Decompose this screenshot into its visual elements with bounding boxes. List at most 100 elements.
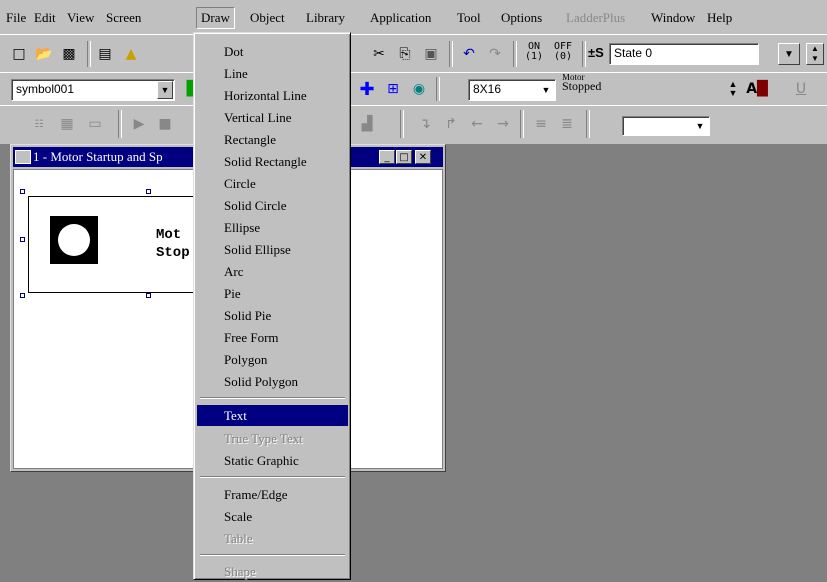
resize-handle[interactable] — [20, 293, 25, 298]
play-icon[interactable]: ▶ — [128, 114, 150, 134]
lock-icon[interactable]: ▲ — [120, 44, 142, 64]
route-up-icon[interactable]: ↱ — [440, 114, 462, 134]
menu-separator — [200, 397, 345, 399]
align-icon[interactable]: ≡ — [530, 114, 552, 134]
cut-icon[interactable]: ✂ — [368, 44, 390, 64]
menu-view[interactable]: View — [67, 10, 94, 26]
maximize-icon[interactable]: □ — [396, 150, 412, 164]
menu-item-solid-rectangle[interactable]: Solid Rectangle — [197, 151, 348, 172]
route-down-icon[interactable]: ↴ — [414, 114, 436, 134]
toolbar-divider — [520, 110, 524, 138]
on-state-button[interactable]: ON (1) — [522, 42, 546, 62]
state-spinner-icon[interactable]: ▲ ▼ — [806, 43, 824, 65]
distribute-icon[interactable]: ≣ — [556, 114, 578, 134]
menu-item-solid-polygon[interactable]: Solid Polygon — [197, 371, 348, 392]
close-icon[interactable]: ✕ — [415, 150, 431, 164]
menu-ladderplus: LadderPlus — [566, 10, 626, 25]
copy-icon[interactable]: ⎘ — [394, 44, 416, 64]
menu-separator — [200, 476, 345, 478]
menu-item-frame-edge[interactable]: Frame/Edge — [197, 484, 348, 505]
menu-item-pie[interactable]: Pie — [197, 283, 348, 304]
menu-item-circle[interactable]: Circle — [197, 173, 348, 194]
toolbar-divider — [118, 110, 122, 138]
menu-item-shape: Shape — [224, 564, 256, 579]
lamp-indicator — [50, 216, 98, 264]
menu-item-dot[interactable]: Dot — [197, 41, 348, 62]
menu-item-arc[interactable]: Arc — [197, 261, 348, 282]
menu-screen[interactable]: Screen — [106, 10, 141, 26]
menu-window[interactable]: Window — [651, 10, 695, 26]
menu-draw[interactable]: Draw — [196, 7, 235, 29]
lamp-circle — [58, 224, 90, 256]
paste-icon[interactable]: ▣ — [420, 44, 442, 64]
menu-item-horizontal-line[interactable]: Horizontal Line — [197, 85, 348, 106]
symbol-select-value: symbol001 — [16, 82, 75, 96]
object-toolbar: symbol001 ▼ █ ✚ ⊞ ◉ 8X16 ▼ Motor Stopped… — [0, 72, 827, 107]
menu-item-solid-circle[interactable]: Solid Circle — [197, 195, 348, 216]
state-select[interactable]: State 0 — [609, 43, 759, 65]
state-dropdown-arrow[interactable]: ▼ — [778, 43, 800, 65]
toolbar-divider — [582, 41, 586, 67]
menu-item-static-graphic[interactable]: Static Graphic — [197, 450, 348, 471]
menu-item-scale[interactable]: Scale — [197, 506, 348, 527]
menu-tool[interactable]: Tool — [457, 10, 481, 26]
redo-icon[interactable]: ↷ — [484, 44, 506, 64]
menu-item-vertical-line[interactable]: Vertical Line — [197, 107, 348, 128]
font-size-value: 8X16 — [473, 82, 502, 96]
menu-item-free-form[interactable]: Free Form — [197, 327, 348, 348]
menu-library[interactable]: Library — [306, 10, 345, 26]
menu-item-solid-pie[interactable]: Solid Pie — [197, 305, 348, 326]
menu-edit[interactable]: Edit — [34, 10, 56, 26]
window-icon — [15, 150, 31, 164]
ladder-icon[interactable]: ☷ — [28, 114, 50, 134]
grid-icon[interactable]: ⊞ — [382, 79, 404, 99]
arrow-right-icon[interactable]: → — [492, 114, 514, 134]
save-icon[interactable]: ▩ — [58, 44, 80, 64]
resize-handle[interactable] — [20, 237, 25, 242]
text-preview: Motor Stopped — [562, 74, 712, 102]
resize-handle[interactable] — [146, 293, 151, 298]
menu-application[interactable]: Application — [370, 10, 431, 26]
symbol-text-line1: Mot — [156, 227, 182, 243]
menu-options[interactable]: Options — [501, 10, 542, 26]
symbol-select[interactable]: symbol001 ▼ — [11, 79, 175, 101]
menu-bar: File Edit View Screen Draw Object Librar… — [0, 0, 827, 34]
resize-handle[interactable] — [20, 189, 25, 194]
font-color-icon[interactable]: A █ — [746, 79, 768, 99]
menu-item-ellipse[interactable]: Ellipse — [197, 217, 348, 238]
menu-item-solid-ellipse[interactable]: Solid Ellipse — [197, 239, 348, 260]
copy-screen-icon[interactable]: ▭ — [84, 114, 106, 134]
minimize-icon[interactable]: _ — [379, 150, 395, 164]
menu-help[interactable]: Help — [707, 10, 732, 26]
properties-icon[interactable]: ▤ — [94, 44, 116, 64]
menu-file[interactable]: File — [6, 10, 26, 26]
stop-icon[interactable]: ■ — [154, 114, 176, 134]
new-icon[interactable]: □ — [8, 44, 30, 64]
menu-separator — [200, 554, 345, 556]
underline-icon[interactable]: U — [790, 79, 812, 99]
toolbar-divider — [400, 110, 404, 138]
spinner-icon[interactable]: ▲ ▼ — [724, 80, 742, 100]
off-state-button[interactable]: OFF (0) — [550, 42, 576, 62]
menu-item-text[interactable]: Text — [197, 405, 348, 426]
menu-item-line[interactable]: Line — [197, 63, 348, 84]
toolbar-divider — [449, 41, 453, 67]
arrow-left-icon[interactable]: ← — [466, 114, 488, 134]
crosshair-icon[interactable]: ✚ — [356, 79, 378, 100]
open-folder-icon[interactable]: 📂 — [33, 44, 55, 64]
menu-item-polygon[interactable]: Polygon — [197, 349, 348, 370]
empty-select[interactable]: ▼ — [622, 116, 710, 136]
undo-icon[interactable]: ↶ — [458, 44, 480, 64]
menu-item-table: Table — [224, 531, 253, 546]
draw-menu: Dot Line Horizontal Line Vertical Line R… — [193, 32, 351, 580]
state-select-value: State 0 — [614, 46, 653, 60]
diagram-icon[interactable]: ▦ — [56, 114, 78, 134]
menu-object[interactable]: Object — [250, 10, 285, 26]
font-size-select[interactable]: 8X16 ▼ — [468, 79, 556, 101]
resize-handle[interactable] — [146, 189, 151, 194]
toolbar-divider — [87, 41, 91, 67]
menu-item-rectangle[interactable]: Rectangle — [197, 129, 348, 150]
state-toggle-button[interactable]: ±S — [588, 45, 604, 60]
paint-icon[interactable]: ▟ — [356, 114, 378, 134]
center-align-icon[interactable]: ◉ — [408, 79, 430, 99]
